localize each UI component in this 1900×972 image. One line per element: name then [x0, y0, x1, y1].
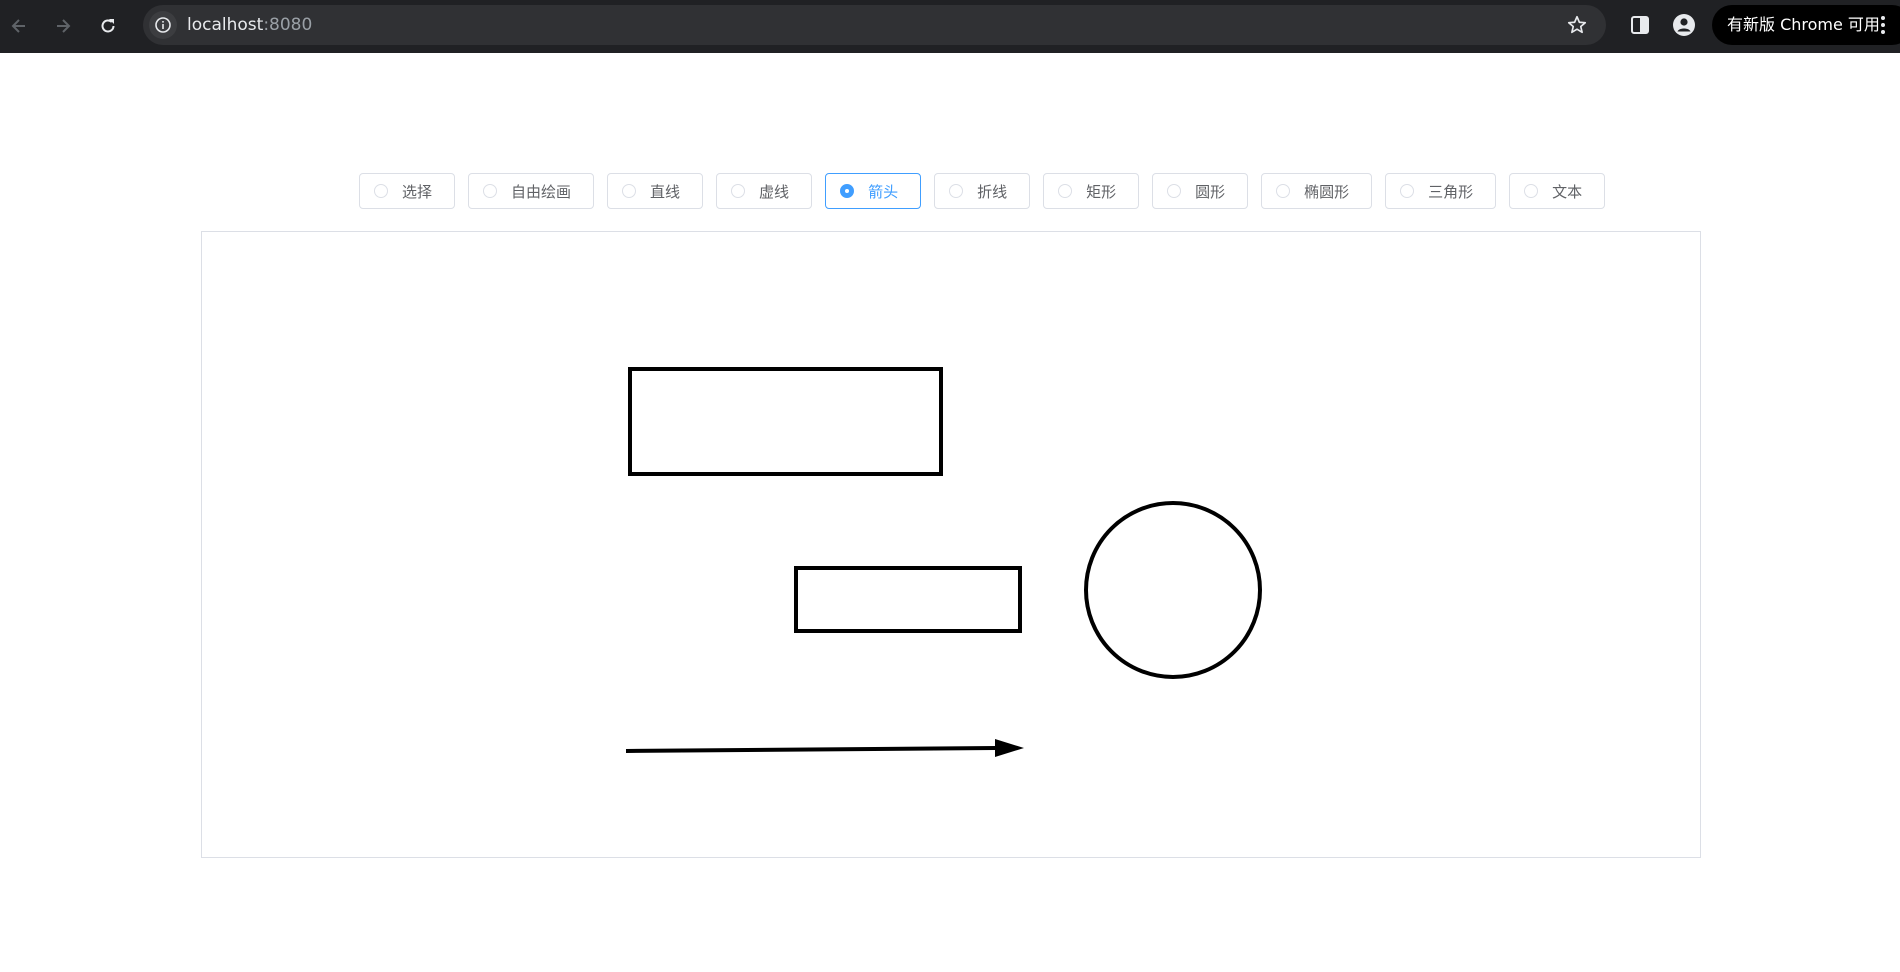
forward-arrow-icon	[57, 19, 71, 33]
profile-button[interactable]	[1671, 12, 1697, 38]
drawing-canvas[interactable]	[201, 231, 1701, 858]
tool-line[interactable]: 直线	[607, 173, 704, 209]
rectangle-shape-1[interactable]	[628, 367, 943, 476]
radio-icon[interactable]	[1276, 184, 1291, 198]
radio-icon[interactable]	[731, 184, 746, 198]
profile-icon	[1673, 14, 1695, 36]
radio-icon[interactable]	[374, 184, 388, 198]
drawing-tool-group: 选择 自由绘画 直线 虚线 箭头 折线 矩形 圆形 椭圆形 三角形 文本	[359, 173, 1606, 209]
rectangle-shape-2[interactable]	[794, 566, 1022, 633]
address-bar[interactable]: localhost:8080	[143, 5, 1606, 45]
kebab-menu-icon[interactable]	[1880, 16, 1886, 34]
update-label: 有新版 Chrome 可用	[1727, 15, 1880, 34]
tool-label: 选择	[402, 182, 433, 201]
circle-shape[interactable]	[1084, 501, 1262, 679]
radio-icon[interactable]	[1058, 184, 1073, 198]
back-button[interactable]	[2, 9, 36, 43]
browser-toolbar: localhost:8080 有新版 Chrome 可用	[0, 0, 1900, 53]
tool-select[interactable]: 选择	[359, 173, 456, 209]
tool-freehand[interactable]: 自由绘画	[468, 173, 595, 209]
radio-icon[interactable]	[1167, 184, 1182, 198]
url-host: localhost	[187, 15, 264, 35]
tool-label: 文本	[1552, 182, 1583, 201]
canvas-drawing-layer	[625, 367, 1262, 757]
tool-label: 椭圆形	[1304, 182, 1350, 201]
arrow-shape[interactable]	[625, 739, 1024, 757]
info-icon	[155, 17, 171, 33]
back-arrow-icon	[11, 19, 25, 33]
url-text[interactable]: localhost:8080	[187, 5, 312, 45]
reload-icon	[101, 19, 115, 33]
star-icon[interactable]	[1566, 14, 1588, 36]
tool-label: 矩形	[1086, 182, 1117, 201]
radio-checked-icon[interactable]	[840, 184, 855, 198]
side-panel-button[interactable]	[1627, 12, 1653, 38]
tool-label: 自由绘画	[511, 182, 572, 201]
url-port: :8080	[263, 15, 313, 35]
tool-rectangle[interactable]: 矩形	[1043, 173, 1140, 209]
site-info-button[interactable]	[149, 11, 177, 39]
tool-label: 虚线	[759, 182, 790, 201]
radio-icon[interactable]	[949, 184, 964, 198]
reload-button[interactable]	[91, 9, 125, 43]
tool-label: 折线	[977, 182, 1008, 201]
tool-circle[interactable]: 圆形	[1152, 173, 1249, 209]
side-panel-icon	[1631, 16, 1649, 34]
radio-icon[interactable]	[1400, 184, 1415, 198]
tool-arrow[interactable]: 箭头	[825, 173, 922, 209]
tool-text[interactable]: 文本	[1509, 173, 1606, 209]
radio-icon[interactable]	[1524, 184, 1539, 198]
radio-icon[interactable]	[483, 184, 498, 198]
tool-dashed-line[interactable]: 虚线	[716, 173, 813, 209]
radio-icon[interactable]	[622, 184, 637, 198]
forward-button[interactable]	[46, 9, 80, 43]
tool-label: 直线	[650, 182, 681, 201]
tool-label: 箭头	[868, 182, 899, 201]
tool-ellipse[interactable]: 椭圆形	[1261, 173, 1373, 209]
tool-label: 圆形	[1195, 182, 1226, 201]
chrome-update-button[interactable]: 有新版 Chrome 可用	[1712, 5, 1900, 45]
tool-polyline[interactable]: 折线	[934, 173, 1031, 209]
tool-label: 三角形	[1428, 182, 1474, 201]
tool-triangle[interactable]: 三角形	[1385, 173, 1497, 209]
